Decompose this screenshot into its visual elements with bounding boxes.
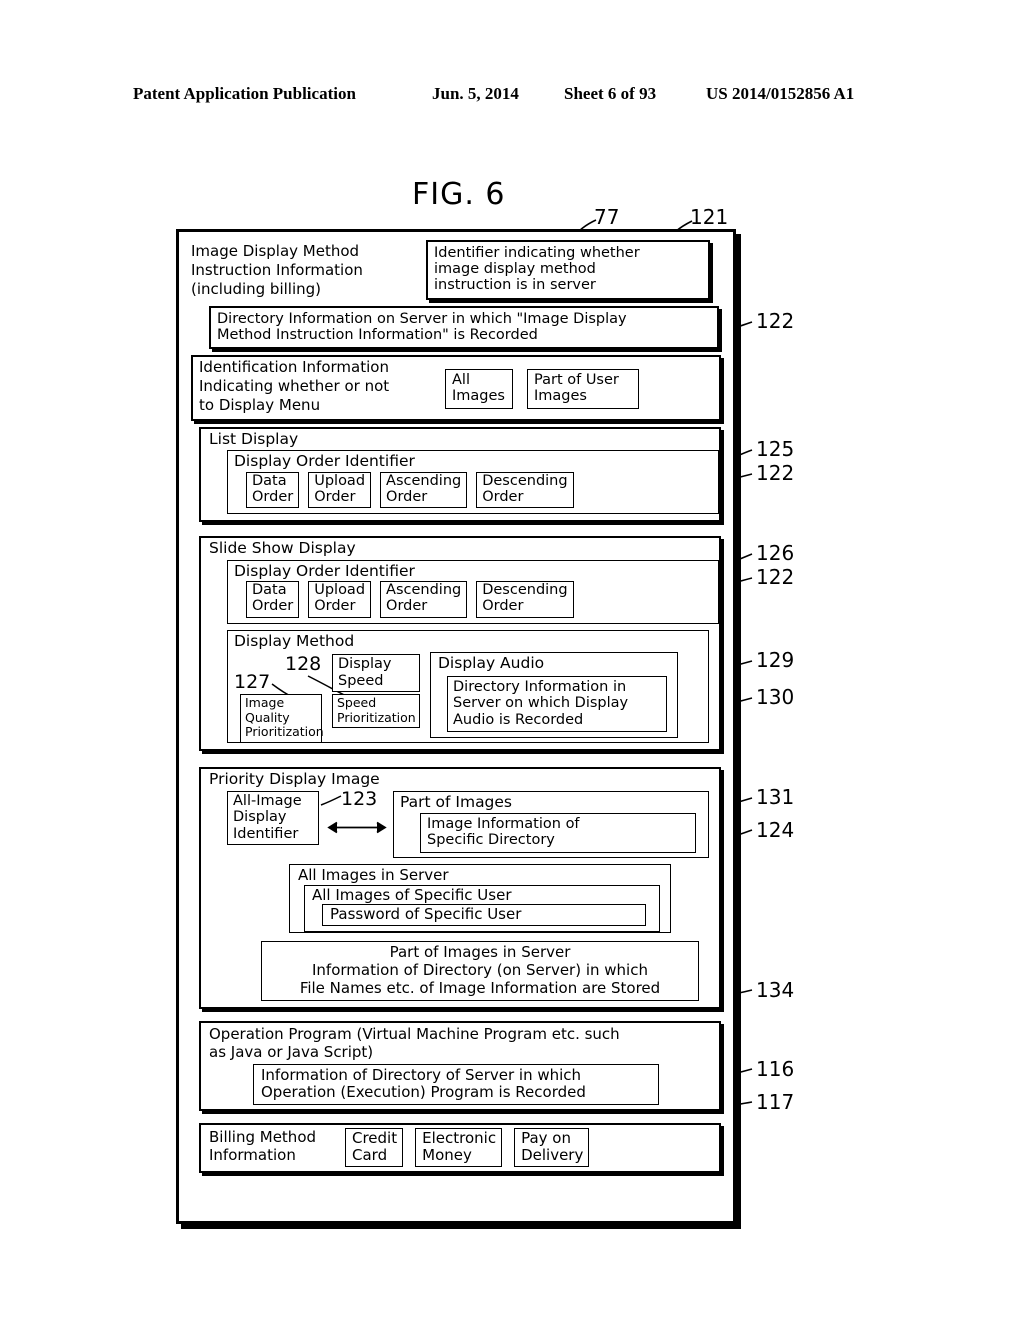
list-order-options: Data Order Upload Order Ascending Order … — [228, 471, 718, 514]
menu-option-part-of-user-images[interactable]: Part of User Images — [527, 369, 639, 409]
billing-option-electronic-money[interactable]: Electronic Money — [415, 1128, 503, 1168]
ref-125: 125 — [756, 437, 795, 461]
display-method-box: Display Method 127 128 Display Speed Ima… — [227, 630, 709, 744]
menu-option-all-images[interactable]: All Images — [445, 369, 513, 409]
slide-order-data[interactable]: Data Order — [246, 581, 300, 619]
ref-129: 129 — [756, 648, 795, 672]
publication-date: Jun. 5, 2014 — [432, 84, 519, 103]
part-of-images-box: Part of Images Image Information of Spec… — [393, 790, 709, 858]
arrow-zone: 123 — [319, 788, 393, 845]
slide-show-title: Slide Show Display — [209, 539, 356, 558]
speed-prioritization-box[interactable]: Speed Prioritization — [332, 694, 420, 729]
ref-117: 117 — [756, 1090, 795, 1114]
all-images-of-specific-user-label: All Images of Specific User — [312, 885, 512, 904]
ref-122a: 122 — [756, 309, 795, 333]
ref-123-leader — [320, 795, 342, 806]
part-of-images-title: Part of Images — [400, 792, 513, 811]
part-of-images-in-server-box: Part of Images in Server Information of … — [261, 941, 699, 1002]
slide-order-options: Data Order Upload Order Ascending Order … — [228, 581, 718, 623]
display-audio-directory-box: Directory Information in Server on which… — [447, 675, 667, 732]
part-of-images-in-server-title: Part of Images in Server — [389, 943, 571, 962]
display-method-body: 127 128 Display Speed Image Quality Prio… — [228, 650, 708, 743]
slide-show-order-identifier: Display Order Identifier Data Order Uplo… — [227, 559, 719, 625]
billing-option-pay-on-delivery[interactable]: Pay on Delivery — [514, 1128, 590, 1168]
list-display-box: List Display Display Order Identifier Da… — [199, 426, 721, 523]
ref-122b: 122 — [756, 461, 795, 485]
root-title: Image Display Method Instruction Informa… — [191, 242, 363, 299]
ref-116: 116 — [756, 1057, 795, 1081]
billing-method-box: Billing Method Information Credit Card E… — [199, 1123, 721, 1174]
list-order-descending[interactable]: Descending Order — [476, 471, 574, 509]
list-order-upload[interactable]: Upload Order — [308, 471, 372, 509]
specific-directory-box: Image Information of Specific Directory — [420, 813, 696, 853]
display-audio-box: Display Audio Directory Information in S… — [430, 652, 678, 739]
operation-program-title: Operation Program (Virtual Machine Progr… — [209, 1025, 620, 1061]
ref-130: 130 — [756, 685, 795, 709]
priority-display-image-box: Priority Display Image All-Image Display… — [199, 767, 721, 1010]
image-quality-prioritization-box[interactable]: Image Quality Prioritization — [240, 694, 324, 743]
all-images-in-server-title: All Images in Server — [298, 865, 449, 884]
list-display-title: List Display — [209, 429, 299, 448]
slide-order-descending[interactable]: Descending Order — [476, 581, 574, 619]
ref-134: 134 — [756, 978, 795, 1002]
list-order-identifier-title: Display Order Identifier — [234, 452, 415, 471]
ref-124: 124 — [756, 818, 795, 842]
list-display-order-identifier: Display Order Identifier Data Order Uplo… — [227, 450, 719, 515]
billing-method-title: Billing Method Information — [209, 1128, 317, 1165]
operation-program-box: Operation Program (Virtual Machine Progr… — [199, 1021, 721, 1112]
ref-122c: 122 — [756, 565, 795, 589]
operation-program-directory-box: Information of Directory of Server in wh… — [253, 1063, 659, 1106]
patent-number: US 2014/0152856 A1 — [706, 84, 855, 103]
double-arrow-icon — [327, 821, 387, 834]
ref-126: 126 — [756, 541, 795, 565]
ref-131: 131 — [756, 785, 795, 809]
part-of-images-in-server-detail: Information of Directory (on Server) in … — [299, 960, 661, 997]
priority-display-title: Priority Display Image — [209, 770, 380, 789]
menu-identification-row: Identification Information Indicating wh… — [193, 357, 719, 419]
billing-option-credit-card[interactable]: Credit Card — [345, 1128, 404, 1168]
all-images-in-server-box: All Images in Server All Images of Speci… — [289, 863, 671, 934]
display-speed-box[interactable]: Display Speed — [332, 654, 420, 692]
server-identifier-box: Identifier indicating whether image disp… — [426, 240, 710, 300]
figure-title: FIG. 6 — [412, 177, 506, 212]
ref-121: 121 — [690, 205, 729, 229]
list-order-ascending[interactable]: Ascending Order — [380, 471, 468, 509]
display-method-title: Display Method — [234, 632, 355, 651]
all-image-display-identifier-box[interactable]: All-Image Display Identifier — [227, 790, 319, 846]
directory-information-box: Directory Information on Server in which… — [209, 305, 719, 350]
diagram-inner: Image Display Method Instruction Informa… — [191, 240, 721, 1174]
list-order-data[interactable]: Data Order — [246, 471, 300, 509]
figure-diagram-frame: Image Display Method Instruction Informa… — [176, 229, 736, 1224]
ref-77: 77 — [594, 205, 620, 229]
password-of-specific-user-box: Password of Specific User — [322, 904, 646, 927]
slide-order-upload[interactable]: Upload Order — [308, 581, 372, 619]
slide-order-ascending[interactable]: Ascending Order — [380, 581, 468, 619]
publication-label: Patent Application Publication — [133, 84, 356, 103]
display-audio-title: Display Audio — [438, 654, 545, 673]
priority-display-row: All-Image Display Identifier 123 Part of… — [201, 788, 719, 858]
root-row: Image Display Method Instruction Informa… — [191, 240, 721, 300]
slide-show-display-box: Slide Show Display Display Order Identif… — [199, 536, 721, 752]
billing-row: Billing Method Information Credit Card E… — [201, 1125, 719, 1171]
menu-identification-label: Identification Information Indicating wh… — [199, 358, 390, 414]
sheet-number: Sheet 6 of 93 — [564, 84, 657, 103]
menu-identification-box: Identification Information Indicating wh… — [191, 355, 721, 421]
all-images-of-specific-user-box: All Images of Specific User Password of … — [304, 884, 660, 933]
slide-order-identifier-title: Display Order Identifier — [234, 561, 415, 580]
